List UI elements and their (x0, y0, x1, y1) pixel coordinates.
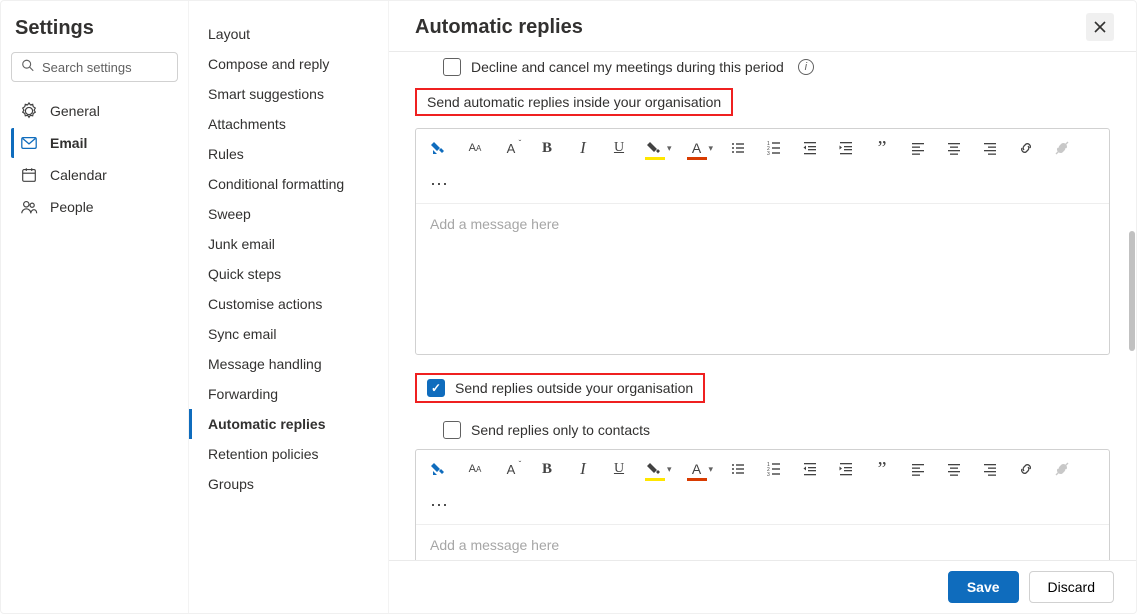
subnav-groups[interactable]: Groups (189, 469, 388, 499)
category-label: People (50, 199, 94, 215)
decline-meetings-checkbox[interactable] (443, 58, 461, 76)
outdent-button[interactable] (799, 137, 821, 159)
outdent-button[interactable] (799, 458, 821, 480)
subnav-quicksteps[interactable]: Quick steps (189, 259, 388, 289)
underline-button[interactable]: U (608, 137, 630, 159)
underline-button[interactable]: U (608, 458, 630, 480)
highlight-button[interactable] (644, 137, 666, 159)
bullets-button[interactable] (727, 137, 749, 159)
inside-editor-body[interactable]: Add a message here (416, 204, 1109, 354)
subnav-messagehandling[interactable]: Message handling (189, 349, 388, 379)
outside-checkbox[interactable] (427, 379, 445, 397)
svg-text:3: 3 (767, 151, 770, 156)
quote-button[interactable] (871, 458, 893, 480)
subnav-layout[interactable]: Layout (189, 19, 388, 49)
page-heading: Automatic replies (415, 16, 583, 39)
more-options-button[interactable] (428, 173, 450, 195)
unlink-button[interactable] (1051, 137, 1073, 159)
chevron-down-icon[interactable]: ▾ (709, 143, 714, 154)
contacts-only-checkbox[interactable] (443, 421, 461, 439)
format-painter-icon[interactable] (428, 458, 450, 480)
italic-button[interactable]: I (572, 137, 594, 159)
subnav-junk[interactable]: Junk email (189, 229, 388, 259)
chevron-down-icon[interactable]: ▾ (709, 464, 714, 475)
subnav-retention[interactable]: Retention policies (189, 439, 388, 469)
subnav-customise[interactable]: Customise actions (189, 289, 388, 319)
align-left-button[interactable] (907, 137, 929, 159)
more-options-button[interactable] (428, 494, 450, 516)
close-button[interactable] (1086, 13, 1114, 41)
gear-icon (20, 102, 38, 120)
category-label: Email (50, 135, 87, 151)
font-family-icon[interactable]: AA (464, 458, 486, 480)
subnav-smart[interactable]: Smart suggestions (189, 79, 388, 109)
settings-title: Settings (11, 13, 178, 52)
bold-button[interactable]: B (536, 137, 558, 159)
category-calendar[interactable]: Calendar (11, 160, 178, 190)
link-button[interactable] (1015, 137, 1037, 159)
people-icon (20, 198, 38, 216)
outside-editor-body[interactable]: Add a message here (416, 525, 1109, 560)
format-painter-icon[interactable] (428, 137, 450, 159)
highlight-button[interactable] (644, 458, 666, 480)
italic-button[interactable]: I (572, 458, 594, 480)
chevron-down-icon[interactable]: ▾ (667, 464, 672, 475)
indent-button[interactable] (835, 137, 857, 159)
font-size-icon[interactable]: Aˇ (500, 458, 522, 480)
bold-button[interactable]: B (536, 458, 558, 480)
align-left-button[interactable] (907, 458, 929, 480)
category-label: General (50, 103, 100, 119)
contacts-only-label: Send replies only to contacts (471, 422, 650, 438)
subnav-automaticreplies[interactable]: Automatic replies (189, 409, 388, 439)
font-family-icon[interactable]: AA (464, 137, 486, 159)
highlight-outside-org: Send replies outside your organisation (415, 373, 705, 403)
subnav-rules[interactable]: Rules (189, 139, 388, 169)
mail-icon (20, 134, 38, 152)
category-people[interactable]: People (11, 192, 178, 222)
calendar-icon (20, 166, 38, 184)
search-input[interactable] (11, 52, 178, 82)
save-button[interactable]: Save (948, 571, 1019, 603)
font-color-button[interactable]: A (686, 137, 708, 159)
inside-editor: AA Aˇ B I U ▾ A▾ 123 (415, 128, 1110, 355)
indent-button[interactable] (835, 458, 857, 480)
quote-button[interactable] (871, 137, 893, 159)
outside-label: Send replies outside your organisation (455, 380, 693, 396)
align-right-button[interactable] (979, 458, 1001, 480)
subnav-sweep[interactable]: Sweep (189, 199, 388, 229)
align-center-button[interactable] (943, 458, 965, 480)
link-button[interactable] (1015, 458, 1037, 480)
numbering-button[interactable]: 123 (763, 458, 785, 480)
subnav-sync[interactable]: Sync email (189, 319, 388, 349)
subnav-attachments[interactable]: Attachments (189, 109, 388, 139)
subnav-forwarding[interactable]: Forwarding (189, 379, 388, 409)
chevron-down-icon[interactable]: ▾ (667, 143, 672, 154)
outside-toolbar: AA Aˇ B I U ▾ A▾ 123 (416, 450, 1109, 525)
search-icon (21, 59, 35, 76)
svg-text:3: 3 (767, 472, 770, 477)
highlight-inside-org: Send automatic replies inside your organ… (415, 88, 733, 116)
unlink-button[interactable] (1051, 458, 1073, 480)
numbering-button[interactable]: 123 (763, 137, 785, 159)
font-size-icon[interactable]: Aˇ (500, 137, 522, 159)
decline-meetings-label: Decline and cancel my meetings during th… (471, 59, 784, 75)
close-icon (1093, 20, 1107, 34)
subnav-conditional[interactable]: Conditional formatting (189, 169, 388, 199)
discard-button[interactable]: Discard (1029, 571, 1114, 603)
scrollbar[interactable] (1129, 231, 1135, 351)
category-label: Calendar (50, 167, 107, 183)
bullets-button[interactable] (727, 458, 749, 480)
category-general[interactable]: General (11, 96, 178, 126)
inside-org-label: Send automatic replies inside your organ… (427, 94, 721, 110)
inside-toolbar: AA Aˇ B I U ▾ A▾ 123 (416, 129, 1109, 204)
category-email[interactable]: Email (11, 128, 178, 158)
outside-editor: AA Aˇ B I U ▾ A▾ 123 (415, 449, 1110, 560)
subnav-compose[interactable]: Compose and reply (189, 49, 388, 79)
info-icon[interactable]: i (798, 59, 814, 75)
align-right-button[interactable] (979, 137, 1001, 159)
font-color-button[interactable]: A (686, 458, 708, 480)
align-center-button[interactable] (943, 137, 965, 159)
